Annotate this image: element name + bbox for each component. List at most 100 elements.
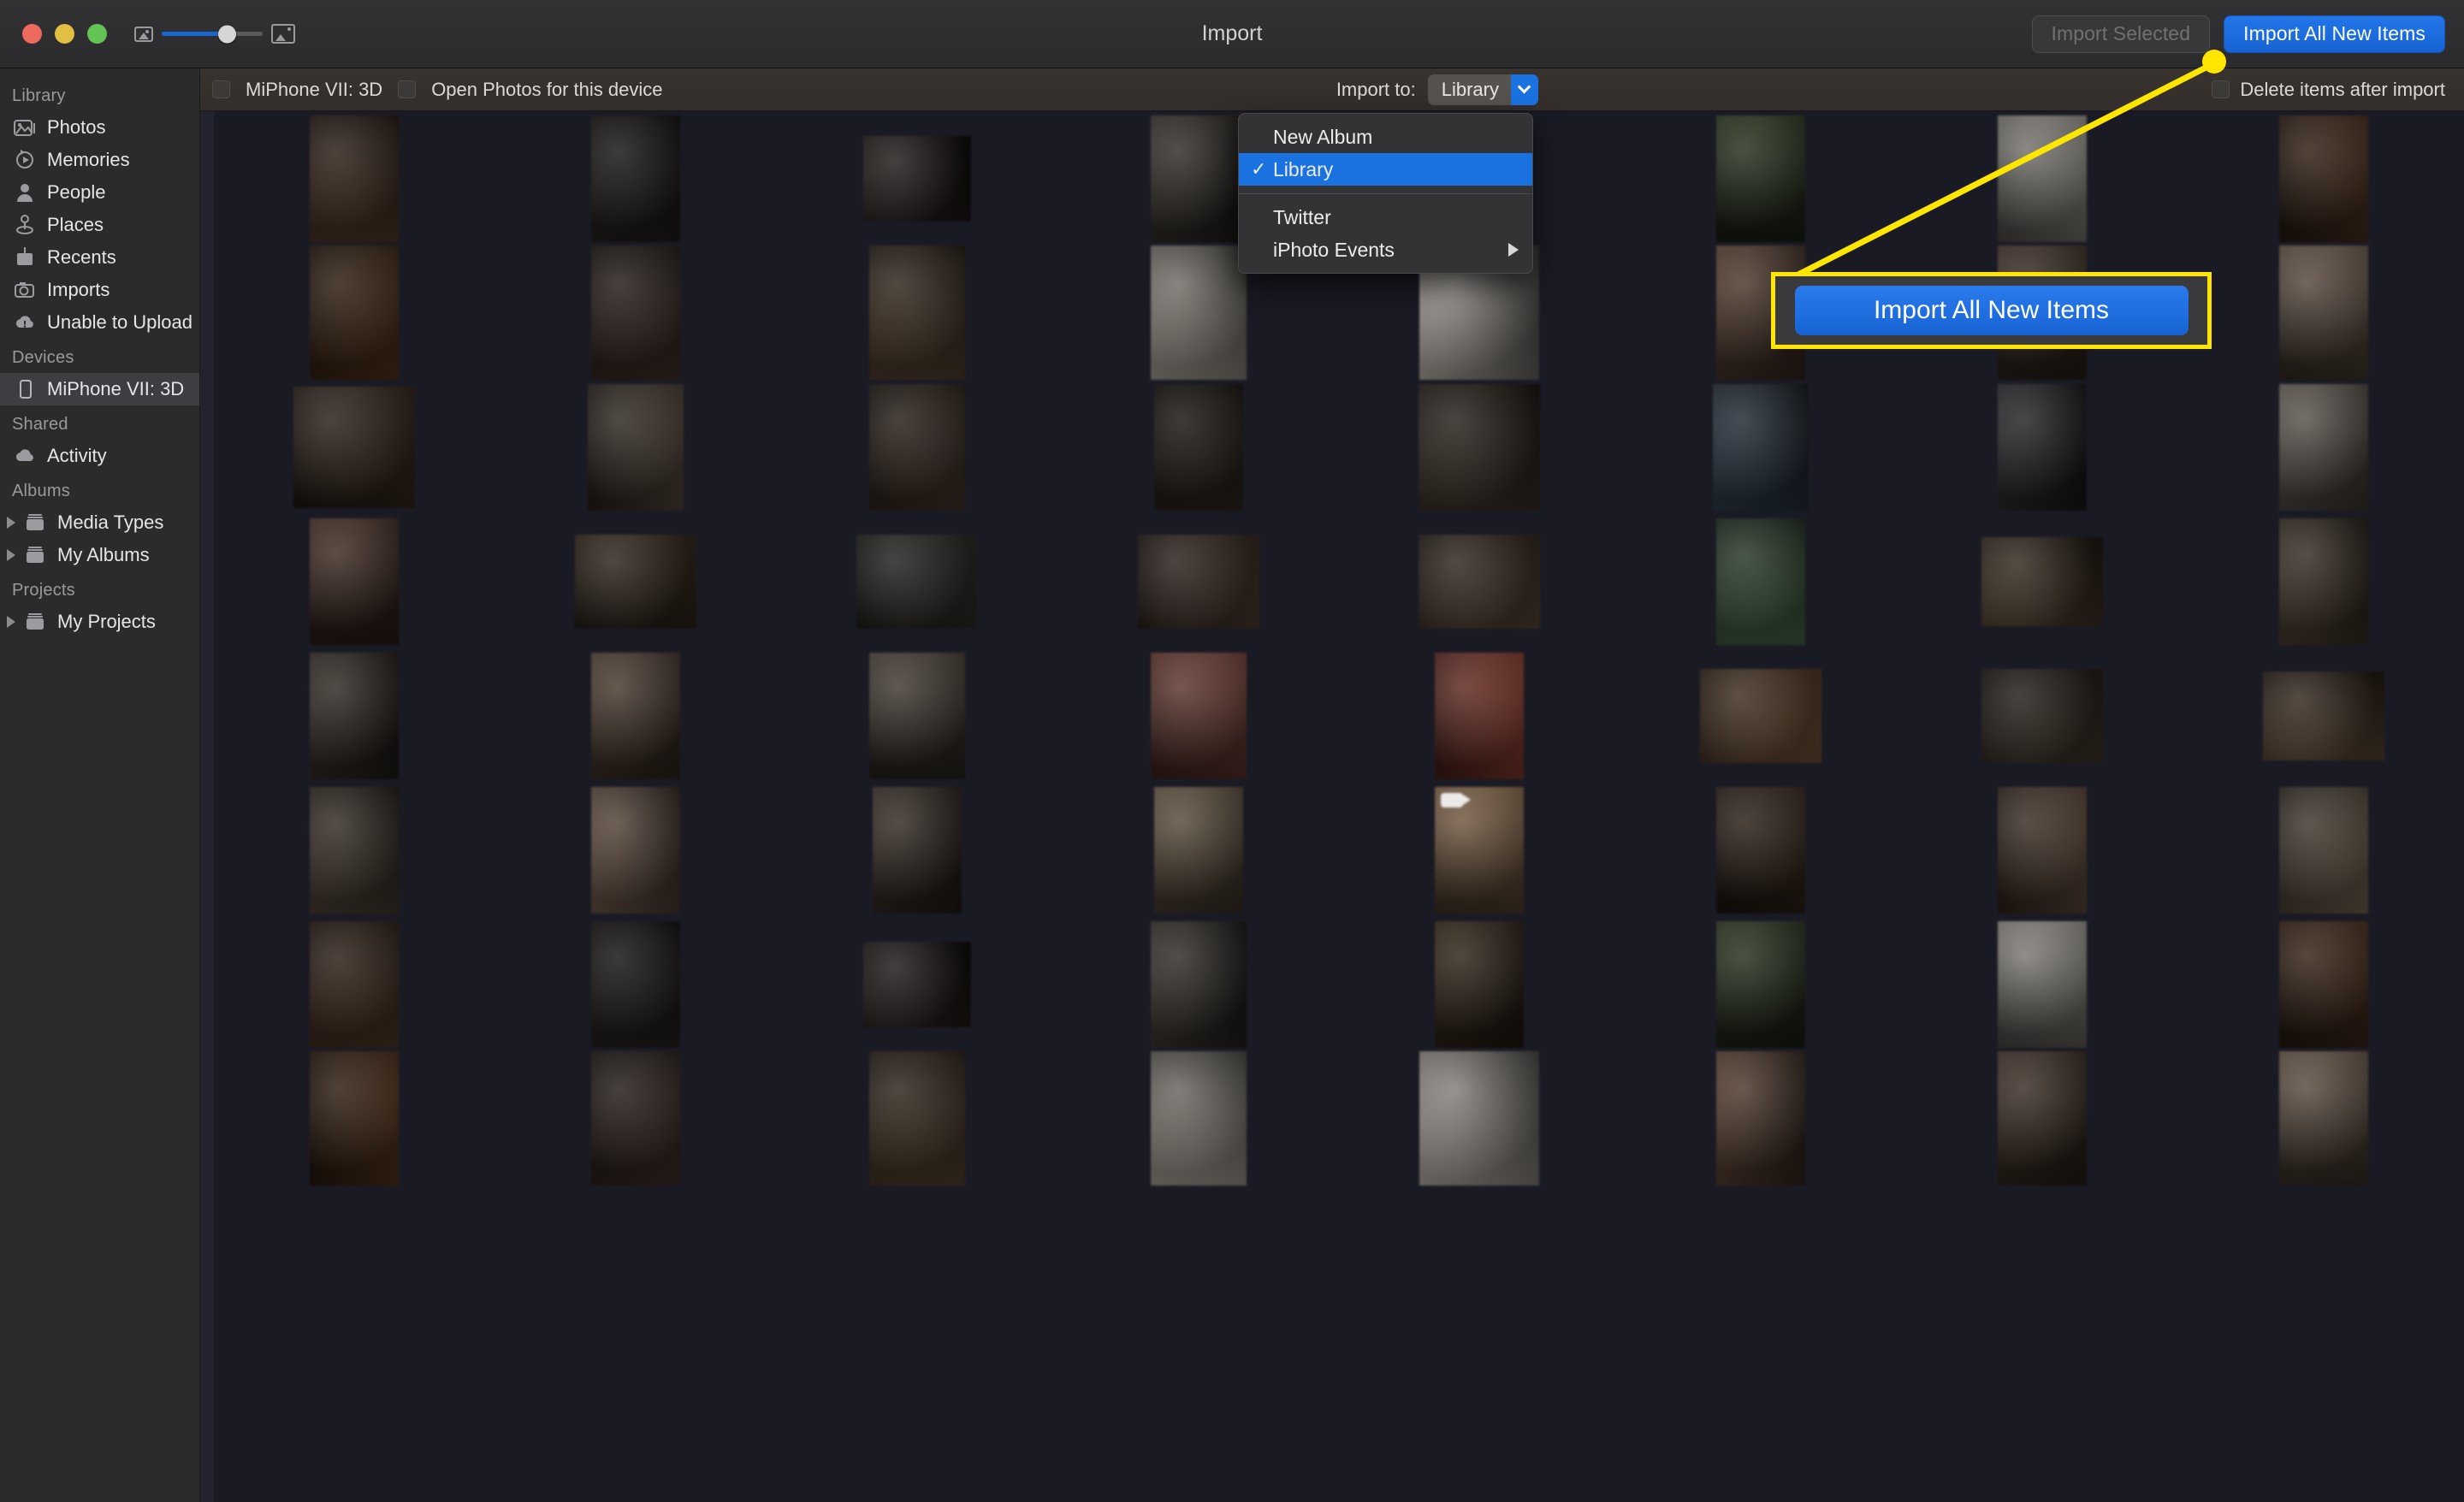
slider-knob[interactable]: [218, 25, 237, 43]
photo-thumbnail[interactable]: [2262, 671, 2384, 760]
photo-thumbnail[interactable]: [591, 245, 681, 380]
photo-grid-cell[interactable]: [777, 648, 1058, 783]
photo-grid-cell[interactable]: [1339, 514, 1620, 648]
menu-item-new-album[interactable]: New Album: [1239, 121, 1532, 153]
photo-grid-cell[interactable]: [495, 380, 777, 514]
photo-thumbnail[interactable]: [310, 245, 400, 380]
photo-grid-cell[interactable]: [2183, 245, 2464, 380]
sidebar-item-unable-to-upload[interactable]: Unable to Upload: [0, 306, 199, 339]
photo-grid-cell[interactable]: [1902, 1051, 2183, 1186]
photo-thumbnail[interactable]: [1137, 534, 1259, 629]
photo-thumbnail[interactable]: [1716, 920, 1806, 1048]
photo-grid-cell[interactable]: [1057, 783, 1339, 917]
photo-grid-cell[interactable]: [1339, 917, 1620, 1051]
grid-scroll-gutter[interactable]: [200, 111, 214, 1502]
delete-after-import-control[interactable]: Delete items after import: [2212, 79, 2445, 101]
photo-thumbnail[interactable]: [1997, 786, 2087, 914]
import-to-popup-button[interactable]: Library: [1427, 74, 1538, 105]
photo-thumbnail[interactable]: [2278, 383, 2368, 511]
photo-thumbnail[interactable]: [310, 920, 400, 1048]
photo-thumbnail[interactable]: [2278, 245, 2368, 380]
photo-grid-cell[interactable]: [2183, 783, 2464, 917]
photo-thumbnail[interactable]: [310, 115, 400, 242]
photo-thumbnail[interactable]: [591, 786, 681, 914]
photo-thumbnail[interactable]: [1419, 534, 1541, 629]
photo-grid-cell[interactable]: [214, 1051, 495, 1186]
photo-thumbnail[interactable]: [575, 534, 697, 629]
photo-thumbnail[interactable]: [2278, 920, 2368, 1048]
photo-grid-cell[interactable]: [495, 1051, 777, 1186]
photo-grid-cell[interactable]: [1057, 1051, 1339, 1186]
photo-grid-cell[interactable]: [495, 111, 777, 245]
photo-thumbnail[interactable]: [1150, 1051, 1247, 1186]
photo-thumbnail[interactable]: [856, 534, 978, 629]
sidebar-item-my-albums[interactable]: My Albums: [0, 539, 199, 571]
device-checkbox[interactable]: [212, 80, 230, 98]
photo-grid-cell[interactable]: [2183, 917, 2464, 1051]
photo-thumbnail[interactable]: [1435, 920, 1525, 1048]
photo-grid-cell[interactable]: [495, 245, 777, 380]
sidebar-item-recents[interactable]: Recents: [0, 241, 199, 274]
photo-thumbnail[interactable]: [868, 383, 965, 511]
chevron-right-icon[interactable]: [7, 616, 15, 628]
photo-thumbnail[interactable]: [310, 786, 400, 914]
photo-thumbnail[interactable]: [1981, 536, 2103, 626]
photo-grid-cell[interactable]: [214, 917, 495, 1051]
thumbnail-size-slider[interactable]: [134, 24, 295, 44]
photo-grid-cell[interactable]: [1620, 917, 1902, 1051]
photo-grid-cell[interactable]: [495, 783, 777, 917]
photo-grid-cell[interactable]: [777, 917, 1058, 1051]
photo-thumbnail[interactable]: [588, 383, 684, 511]
sidebar-item-activity[interactable]: Activity: [0, 440, 199, 472]
photo-thumbnail[interactable]: [1716, 1051, 1806, 1186]
import-to-menu[interactable]: New Album ✓ Library Twitter iPhoto Event…: [1238, 113, 1533, 274]
photo-grid-cell[interactable]: [214, 783, 495, 917]
slider-track[interactable]: [162, 25, 263, 43]
photo-thumbnail[interactable]: [1981, 668, 2103, 763]
photo-grid-cell[interactable]: [1620, 380, 1902, 514]
photo-thumbnail[interactable]: [310, 517, 400, 645]
photo-grid-cell[interactable]: [1902, 380, 2183, 514]
photo-grid-cell[interactable]: [214, 514, 495, 648]
photo-grid-cell[interactable]: [1620, 783, 1902, 917]
photo-thumbnail[interactable]: [1435, 786, 1525, 914]
photo-grid-cell[interactable]: [1902, 514, 2183, 648]
sidebar-item-my-projects[interactable]: My Projects: [0, 606, 199, 638]
minimize-button[interactable]: [55, 24, 74, 44]
sidebar-item-people[interactable]: People: [0, 176, 199, 209]
chevron-down-icon[interactable]: [1510, 74, 1538, 105]
photo-thumbnail[interactable]: [1716, 115, 1806, 242]
sidebar-item-media-types[interactable]: Media Types: [0, 506, 199, 539]
menu-item-twitter[interactable]: Twitter: [1239, 201, 1532, 234]
photo-thumbnail[interactable]: [310, 1051, 400, 1186]
photo-thumbnail[interactable]: [868, 245, 965, 380]
photo-thumbnail[interactable]: [1419, 383, 1541, 511]
photo-thumbnail[interactable]: [1716, 786, 1806, 914]
photo-grid-cell[interactable]: [1339, 1051, 1620, 1186]
photo-grid-cell[interactable]: [1902, 648, 2183, 783]
photo-grid-cell[interactable]: [1339, 380, 1620, 514]
photo-grid-cell[interactable]: [2183, 380, 2464, 514]
photo-thumbnail[interactable]: [862, 135, 971, 222]
close-button[interactable]: [22, 24, 42, 44]
photo-thumbnail[interactable]: [1997, 115, 2087, 242]
photo-grid-cell[interactable]: [1902, 917, 2183, 1051]
photo-grid-cell[interactable]: [1620, 111, 1902, 245]
photo-thumbnail[interactable]: [1150, 245, 1247, 380]
sidebar-item-places[interactable]: Places: [0, 209, 199, 241]
sidebar-item-miphone[interactable]: MiPhone VII: 3D: [0, 373, 199, 405]
photo-thumbnail[interactable]: [1997, 1051, 2087, 1186]
photo-grid-cell[interactable]: [777, 245, 1058, 380]
photo-thumbnail[interactable]: [1435, 652, 1525, 779]
photo-thumbnail[interactable]: [2278, 517, 2368, 645]
photo-thumbnail[interactable]: [1153, 383, 1243, 511]
photo-grid-cell[interactable]: [495, 917, 777, 1051]
photo-thumbnail[interactable]: [591, 115, 681, 242]
import-selected-button[interactable]: Import Selected: [2031, 15, 2211, 53]
photo-grid-cell[interactable]: [214, 245, 495, 380]
photo-grid-cell[interactable]: [1620, 1051, 1902, 1186]
photo-grid-cell[interactable]: [1339, 783, 1620, 917]
menu-item-library[interactable]: ✓ Library: [1239, 153, 1532, 186]
photo-grid-cell[interactable]: [1339, 648, 1620, 783]
photo-thumbnail[interactable]: [1997, 383, 2087, 511]
